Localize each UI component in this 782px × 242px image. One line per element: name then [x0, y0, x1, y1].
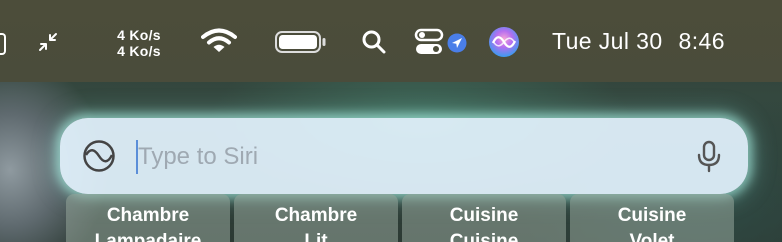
- network-speed-monitor[interactable]: 4 Ko/s 4 Ko/s: [110, 26, 168, 60]
- menubar-clock[interactable]: Tue Jul 30 8:46: [552, 26, 725, 56]
- microphone-icon[interactable]: [696, 140, 722, 174]
- suggestion-room: Cuisine: [617, 205, 687, 226]
- location-arrow-icon[interactable]: [446, 32, 468, 54]
- wifi-icon[interactable]: [200, 27, 238, 55]
- control-center-icon[interactable]: [414, 27, 444, 57]
- suggestion-card[interactable]: Cuisine Cuisine: [402, 194, 566, 242]
- siri-text-input[interactable]: [138, 138, 678, 176]
- suggestion-card[interactable]: Chambre Lampadaire: [66, 194, 230, 242]
- siri-icon: [82, 139, 116, 173]
- suggestion-device: Lampadaire: [94, 231, 202, 242]
- siri-icon[interactable]: [488, 26, 520, 58]
- network-download-speed: 4 Ko/s: [117, 43, 161, 59]
- suggestion-card[interactable]: Cuisine Volet: [570, 194, 734, 242]
- battery-icon[interactable]: [274, 30, 328, 54]
- suggestion-device: Lit: [304, 231, 328, 242]
- suggestion-room: Chambre: [106, 205, 190, 226]
- spotlight-search-icon[interactable]: [360, 28, 388, 56]
- window-edge-icon[interactable]: [0, 33, 6, 55]
- suggestion-room: Cuisine: [449, 205, 519, 226]
- suggestion-device: Cuisine: [449, 231, 519, 242]
- suggestion-room: Chambre: [274, 205, 358, 226]
- suggestion-card[interactable]: Chambre Lit: [234, 194, 398, 242]
- fullscreen-collapse-icon[interactable]: [36, 30, 60, 54]
- menubar-time: 8:46: [678, 27, 725, 54]
- network-upload-speed: 4 Ko/s: [117, 27, 161, 43]
- suggestion-device: Volet: [629, 231, 675, 242]
- menubar-date: Tue Jul 30: [552, 27, 663, 54]
- menu-bar: 4 Ko/s 4 Ko/s Tue Jul 30 8:46: [0, 0, 782, 82]
